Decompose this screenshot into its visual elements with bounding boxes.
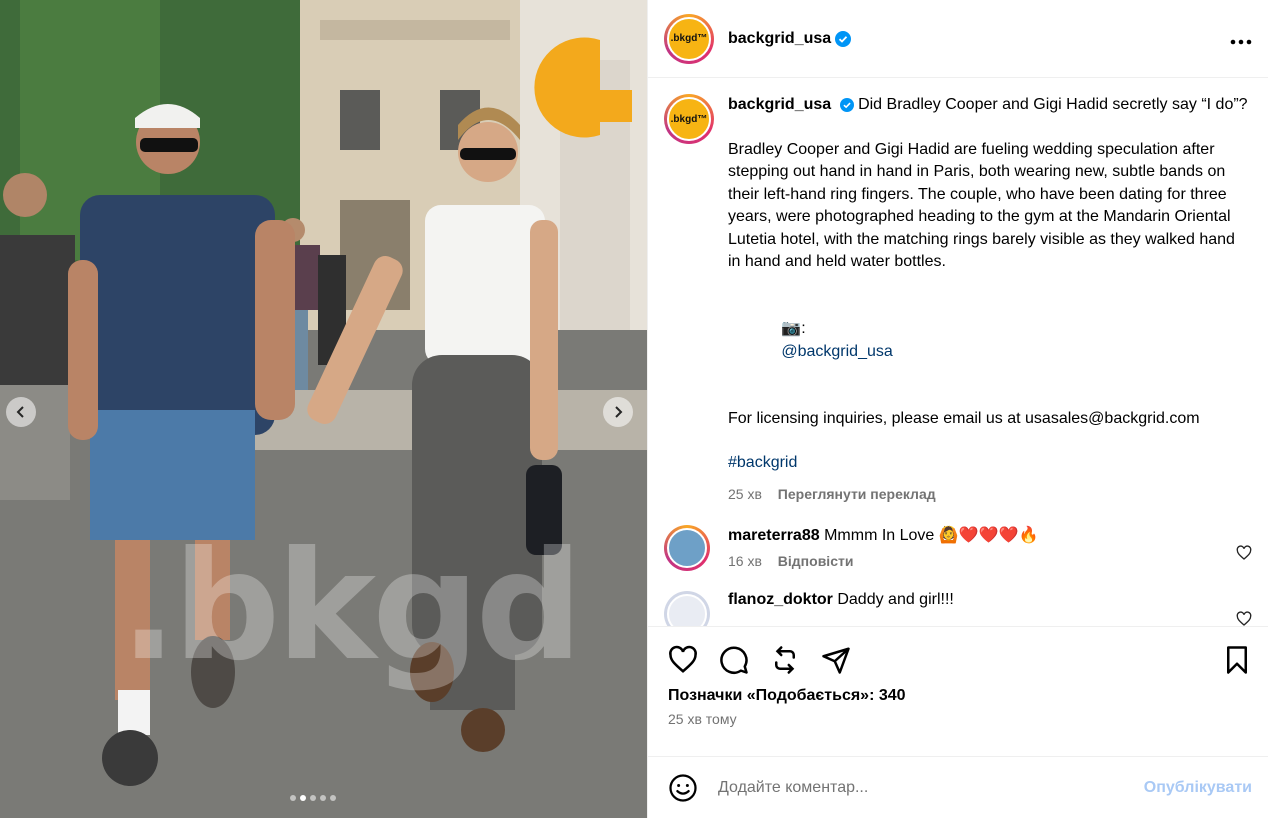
heart-icon[interactable] <box>668 645 698 675</box>
bookmark-icon[interactable] <box>1222 645 1252 675</box>
comment-avatar[interactable] <box>664 525 710 571</box>
smiley-icon[interactable] <box>668 773 698 803</box>
translate-button[interactable]: Переглянути переклад <box>778 486 936 502</box>
send-icon[interactable] <box>821 645 851 675</box>
avatar-label: .bkgd™ <box>667 97 711 141</box>
chevron-right-icon <box>615 406 623 418</box>
comment-like-heart-icon[interactable] <box>1236 545 1252 561</box>
carousel-next-button[interactable] <box>603 397 633 427</box>
publish-button[interactable]: Опублікувати <box>1144 779 1252 797</box>
avatar <box>667 594 707 626</box>
carousel-dot <box>290 795 296 801</box>
action-icons <box>668 643 1248 677</box>
watermark: .bkgd <box>120 520 583 694</box>
carousel-indicator <box>290 795 336 801</box>
caption-headline: Did Bradley Cooper and Gigi Hadid secret… <box>858 96 1248 113</box>
comment-avatar[interactable] <box>664 591 710 626</box>
caption-avatar[interactable]: .bkgd™ <box>664 94 714 144</box>
likes-count[interactable]: Позначки «Подобається»: 340 <box>668 687 1248 705</box>
hashtag-link[interactable]: #backgrid <box>728 452 1248 475</box>
avatar-label: .bkgd™ <box>667 16 711 61</box>
comment-text: Mmmm In Love 🙆❤️❤️❤️🔥 <box>824 527 1039 544</box>
comment-body: flanoz_doktor Daddy and girl!!! <box>728 591 954 626</box>
post-photo <box>0 0 647 818</box>
carousel-dot <box>330 795 336 801</box>
post-side-panel: .bkgd™ backgrid_usa .bkgd™ backgrid_usa <box>647 0 1268 818</box>
caption-meta: 25 хв Переглянути переклад <box>728 483 1248 506</box>
post-caption: .bkgd™ backgrid_usa Did Bradley Cooper a… <box>664 94 1252 505</box>
header-username[interactable]: backgrid_usa <box>728 30 831 48</box>
reply-button[interactable]: Відповісти <box>778 553 854 569</box>
comment-item: flanoz_doktor Daddy and girl!!! <box>664 591 1252 626</box>
comments-section[interactable]: .bkgd™ backgrid_usa Did Bradley Cooper a… <box>648 78 1268 626</box>
post-media[interactable]: .bkgd <box>0 0 647 818</box>
photo-credit-link[interactable]: @backgrid_usa <box>781 343 892 360</box>
more-horizontal-icon <box>1230 39 1252 45</box>
comment-username[interactable]: mareterra88 <box>728 527 820 544</box>
caption-username[interactable]: backgrid_usa <box>728 96 831 113</box>
more-options-button[interactable] <box>1230 28 1252 51</box>
verified-badge-icon <box>839 97 854 112</box>
camera-emoji: 📷: <box>781 320 806 337</box>
verified-badge-icon <box>835 30 852 47</box>
comment-like-heart-icon[interactable] <box>1236 611 1252 626</box>
photo-credit: 📷: @backgrid_usa <box>728 296 1248 386</box>
comment-text: Daddy and girl!!! <box>837 591 954 608</box>
comment-username[interactable]: flanoz_doktor <box>728 591 833 608</box>
caption-headline-line: backgrid_usa Did Bradley Cooper and Gigi… <box>728 94 1248 117</box>
comment-input[interactable] <box>718 778 1118 797</box>
comment-time: 16 хв <box>728 553 762 569</box>
caption-body: backgrid_usa Did Bradley Cooper and Gigi… <box>728 94 1248 505</box>
post-dialog: .bkgd .bkgd™ backgrid_usa .bkgd™ backgri… <box>0 0 1268 818</box>
caption-time: 25 хв <box>728 485 762 502</box>
post-actions: Позначки «Подобається»: 340 25 хв тому <box>648 626 1268 756</box>
repost-icon[interactable] <box>770 645 800 675</box>
comment-icon[interactable] <box>719 645 749 675</box>
comment-meta: 16 хв Відповісти <box>728 553 1038 569</box>
comment-body: mareterra88 Mmmm In Love 🙆❤️❤️❤️🔥 16 хв … <box>728 525 1038 571</box>
comment-item: mareterra88 Mmmm In Love 🙆❤️❤️❤️🔥 16 хв … <box>664 525 1252 571</box>
chevron-left-icon <box>16 406 24 418</box>
avatar <box>667 528 707 568</box>
caption-text: Bradley Cooper and Gigi Hadid are fuelin… <box>728 140 1240 271</box>
carousel-dot <box>310 795 316 801</box>
avatar[interactable]: .bkgd™ <box>664 13 714 64</box>
post-header: .bkgd™ backgrid_usa <box>648 0 1268 78</box>
licensing-text: For licensing inquiries, please email us… <box>728 409 1200 427</box>
post-timestamp: 25 хв тому <box>668 711 737 727</box>
carousel-dot-active <box>300 795 306 801</box>
add-comment-bar: Опублікувати <box>648 756 1268 818</box>
carousel-prev-button[interactable] <box>6 397 36 427</box>
carousel-dot <box>320 795 326 801</box>
